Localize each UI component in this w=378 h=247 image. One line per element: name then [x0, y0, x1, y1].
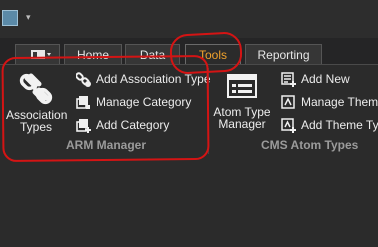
add-theme-type-button[interactable]: Add Theme Type: [281, 116, 378, 134]
manage-theme-types-icon: [281, 94, 295, 109]
add-new-label: Add New: [301, 72, 350, 86]
manage-theme-types-label: Manage Theme T: [301, 95, 378, 109]
atom-type-manager-button[interactable]: Atom Type Manager: [212, 74, 272, 138]
add-new-icon: [281, 71, 296, 87]
app-icon[interactable]: [2, 10, 18, 26]
add-theme-type-icon: [281, 117, 296, 133]
quick-access-toolbar: ▾: [0, 0, 378, 38]
customize-qat-arrow-icon[interactable]: ▾: [26, 12, 31, 23]
manage-theme-types-button[interactable]: Manage Theme T: [281, 93, 378, 111]
workspace-area: [0, 159, 378, 247]
add-new-button[interactable]: Add New: [281, 70, 350, 88]
add-theme-type-label: Add Theme Type: [301, 118, 378, 132]
tab-reporting[interactable]: Reporting: [245, 44, 322, 64]
cms-atom-types-group-label: CMS Atom Types: [261, 138, 359, 152]
tools-tab-highlight-annotation: [169, 31, 243, 75]
atom-type-manager-icon: [227, 74, 257, 98]
atom-type-manager-label: Atom Type Manager: [213, 105, 271, 131]
